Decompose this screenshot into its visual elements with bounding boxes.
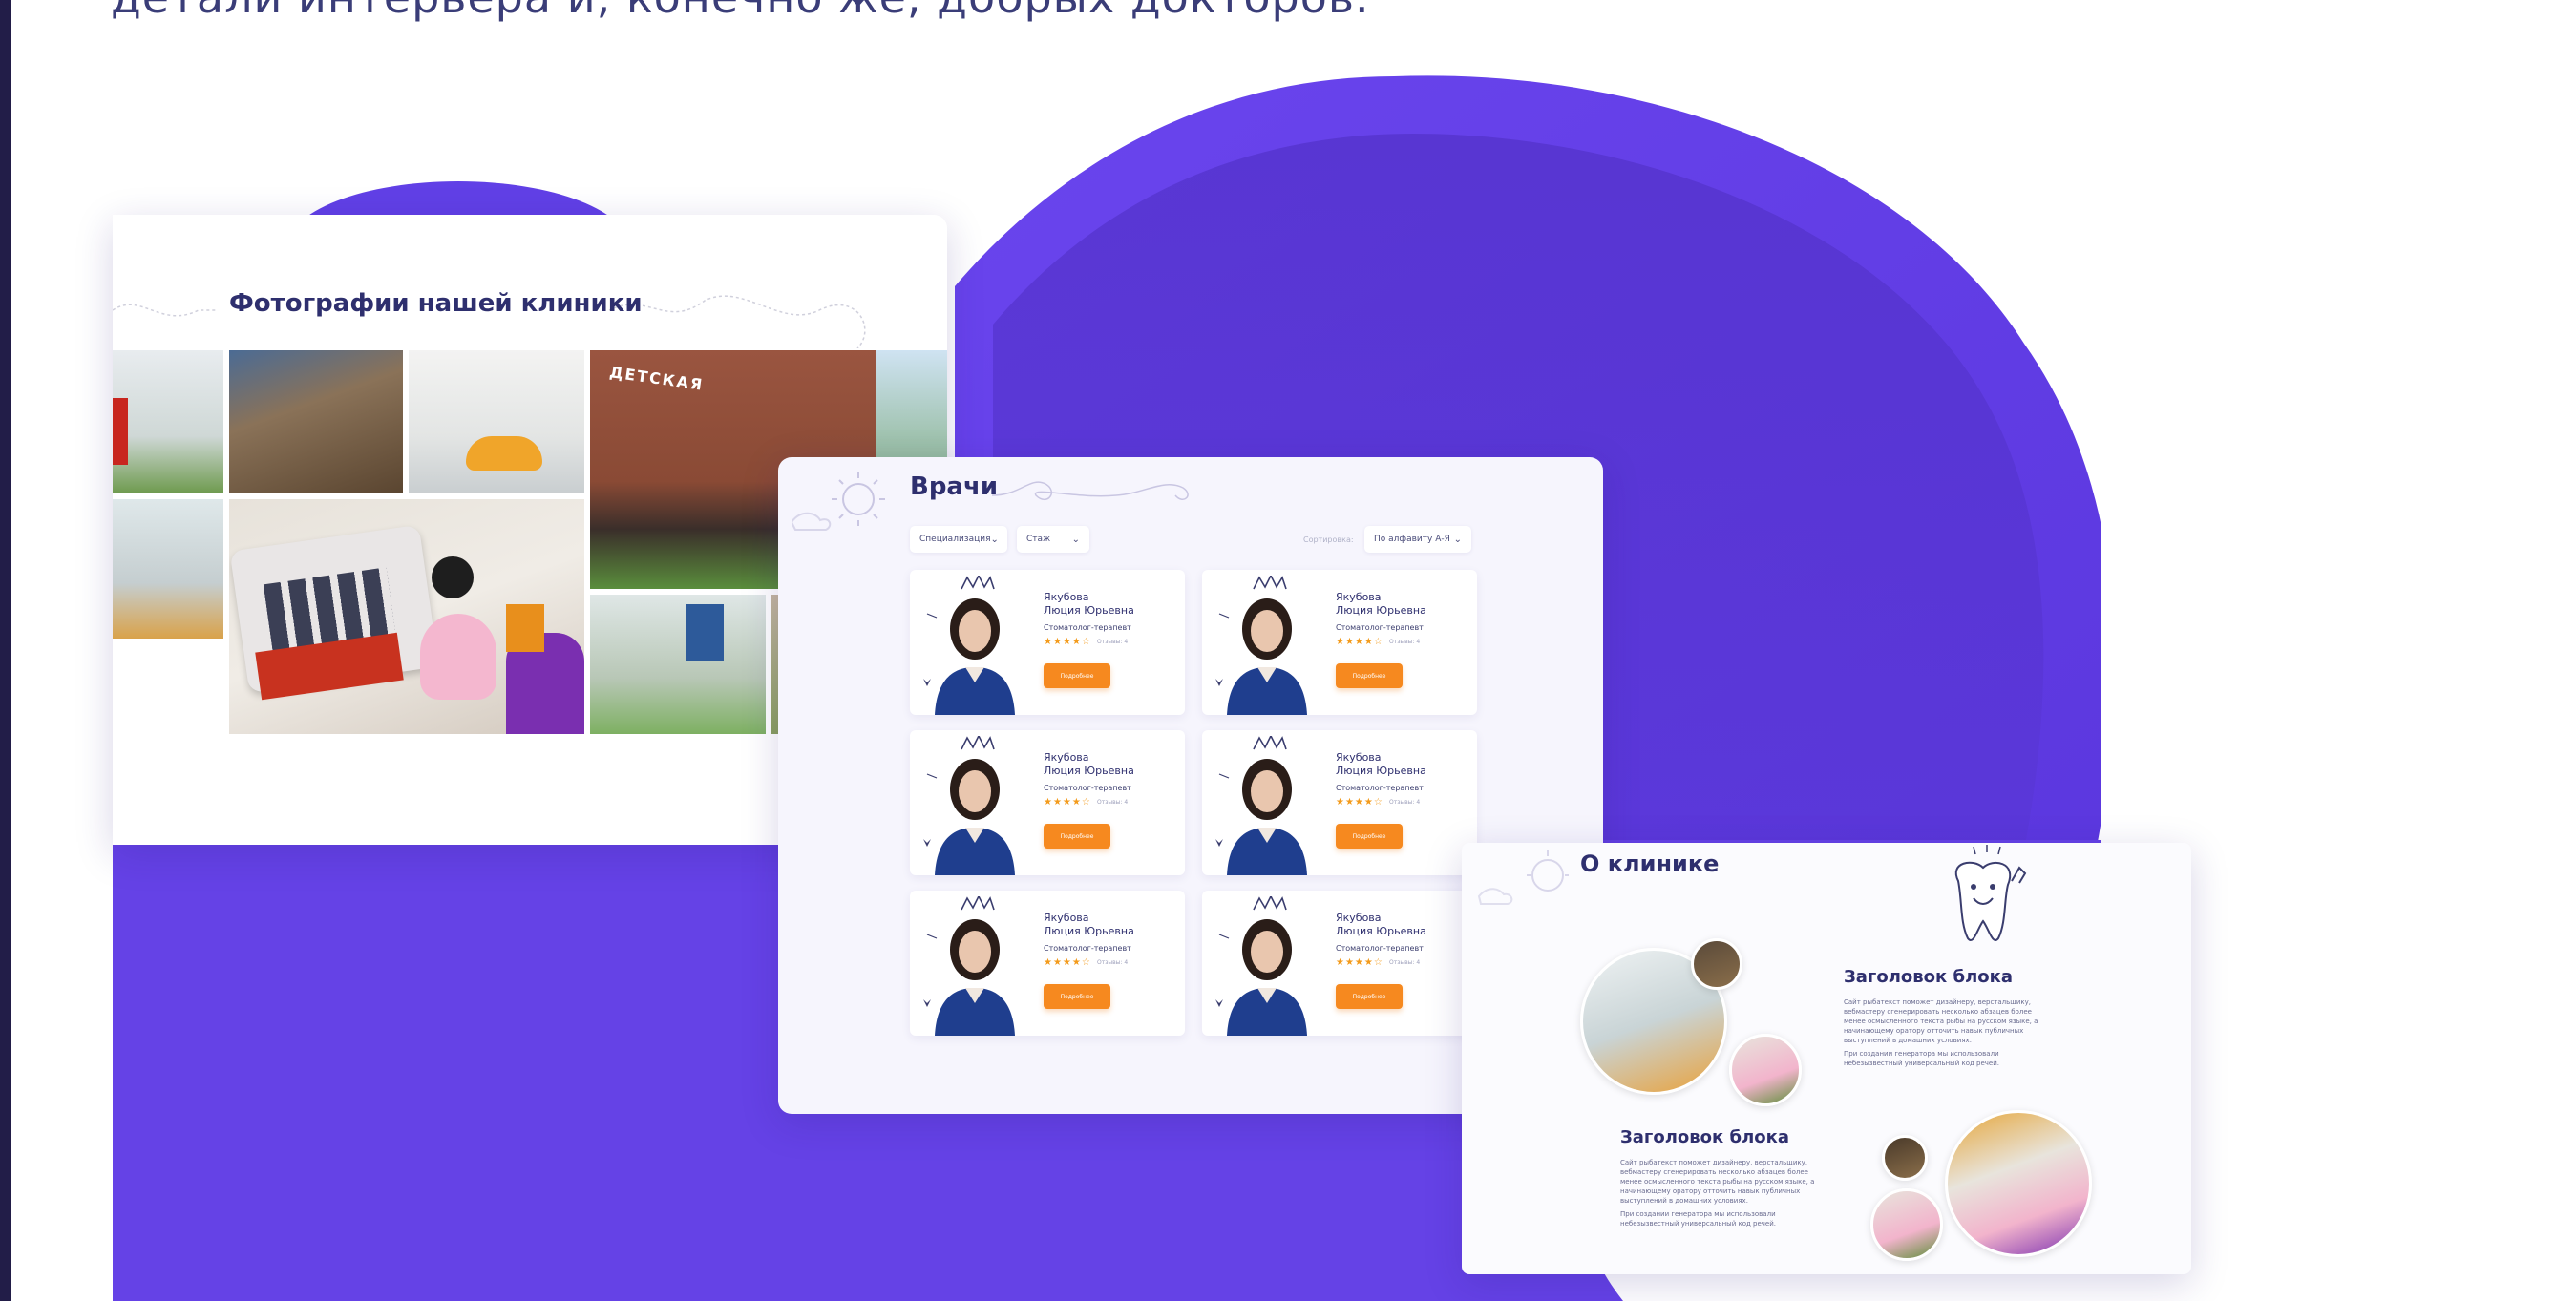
reviews-count[interactable]: Отзывы: 4: [1389, 959, 1420, 966]
doctor-photo: [1215, 736, 1307, 875]
swirl-decoration: [992, 481, 1189, 501]
filter-specialization-label: Специализация: [919, 535, 991, 544]
doctor-card[interactable]: Якубова Люция Юрьевна Стоматолог-терапевт…: [1202, 730, 1477, 875]
block-title: Заголовок блока: [1620, 1127, 1789, 1147]
doctor-card[interactable]: Якубова Люция Юрьевна Стоматолог-терапевт…: [910, 891, 1185, 1036]
doctor-specialty: Стоматолог-терапевт: [1044, 944, 1131, 953]
clinic-photo-circle: [1870, 1188, 1943, 1261]
doctor-name: Якубова Люция Юрьевна: [1336, 591, 1426, 617]
doctor-card[interactable]: Якубова Люция Юрьевна Стоматолог-терапевт…: [1202, 891, 1477, 1036]
reviews-count[interactable]: Отзывы: 4: [1097, 799, 1128, 806]
about-panel: О клинике Заголовок блока Сайт рыбатекст…: [1462, 843, 2191, 1274]
block-paragraph: При создании генератора мы использовали …: [1620, 1210, 1777, 1228]
chevron-down-icon: ⌄: [990, 534, 999, 545]
block-title: Заголовок блока: [1844, 967, 2013, 987]
sun-doodle-icon: [1477, 850, 1569, 905]
photo-corridor[interactable]: [113, 499, 223, 639]
doctor-name: Якубова Люция Юрьевна: [1044, 591, 1134, 617]
doctor-name: Якубова Люция Юрьевна: [1044, 912, 1134, 937]
sort-select-value: По алфавиту А-Я: [1374, 535, 1450, 544]
photo-waiting-area[interactable]: [590, 595, 766, 734]
filter-specialization[interactable]: Специализация ⌄: [910, 526, 1007, 553]
rating-stars: ★★★★☆: [1336, 797, 1383, 808]
sun-doodle-icon: [792, 472, 885, 531]
details-button[interactable]: Подробнее: [1044, 824, 1110, 849]
doctor-photo: [923, 896, 1015, 1036]
photo-toy-cash-register[interactable]: [229, 499, 584, 734]
details-button[interactable]: Подробнее: [1336, 824, 1403, 849]
rating-stars: ★★★★☆: [1044, 797, 1091, 808]
doctor-specialty: Стоматолог-терапевт: [1336, 784, 1424, 792]
rating-stars: ★★★★☆: [1336, 957, 1383, 968]
sort-label: Сортировка:: [1303, 535, 1354, 544]
doctor-photo: [923, 736, 1015, 875]
photo-building-exterior[interactable]: [229, 350, 403, 493]
details-button[interactable]: Подробнее: [1336, 663, 1403, 688]
photo-clinic-interior[interactable]: [113, 350, 223, 493]
reviews-count[interactable]: Отзывы: 4: [1389, 799, 1420, 806]
reviews-count[interactable]: Отзывы: 4: [1097, 959, 1128, 966]
rating-stars: ★★★★☆: [1336, 637, 1383, 647]
rating-stars: ★★★★☆: [1044, 957, 1091, 968]
details-button[interactable]: Подробнее: [1044, 663, 1110, 688]
rating-stars: ★★★★☆: [1044, 637, 1091, 647]
filter-experience-label: Стаж: [1026, 535, 1051, 544]
block-paragraph: Сайт рыбатекст поможет дизайнеру, верста…: [1620, 1159, 1815, 1205]
tooth-mascot-icon: [1954, 845, 2027, 941]
reviews-count[interactable]: Отзывы: 4: [1097, 639, 1128, 645]
clinic-photo-circle: [1729, 1034, 1802, 1106]
doctor-photo: [1215, 576, 1307, 715]
doctor-specialty: Стоматолог-терапевт: [1336, 944, 1424, 953]
about-title: О клинике: [1580, 850, 1720, 877]
doctor-name: Якубова Люция Юрьевна: [1336, 751, 1426, 777]
doctor-photo: [1215, 896, 1307, 1036]
chevron-down-icon: ⌄: [1453, 534, 1462, 545]
doctor-specialty: Стоматолог-терапевт: [1044, 623, 1131, 632]
block-paragraph: Сайт рыбатекст поможет дизайнеру, верста…: [1844, 998, 2038, 1044]
doctor-specialty: Стоматолог-терапевт: [1336, 623, 1424, 632]
block-paragraph: При создании генератора мы использовали …: [1844, 1050, 2000, 1067]
sort-select[interactable]: По алфавиту А-Я ⌄: [1364, 526, 1471, 553]
chevron-down-icon: ⌄: [1071, 534, 1080, 545]
details-button[interactable]: Подробнее: [1336, 984, 1403, 1009]
doctors-title: Врачи: [910, 472, 999, 501]
doctor-card[interactable]: Якубова Люция Юрьевна Стоматолог-терапевт…: [910, 730, 1185, 875]
clinic-photo-circle: [1945, 1110, 2092, 1257]
doctor-card[interactable]: Якубова Люция Юрьевна Стоматолог-терапевт…: [910, 570, 1185, 715]
details-button[interactable]: Подробнее: [1044, 984, 1110, 1009]
photos-title: Фотографии нашей клиники: [229, 289, 643, 318]
doctor-card[interactable]: Якубова Люция Юрьевна Стоматолог-терапевт…: [1202, 570, 1477, 715]
photo-dental-chair[interactable]: [409, 350, 584, 493]
filter-experience[interactable]: Стаж ⌄: [1017, 526, 1089, 553]
doctor-name: Якубова Люция Юрьевна: [1044, 751, 1134, 777]
doctor-name: Якубова Люция Юрьевна: [1336, 912, 1426, 937]
clinic-photo-circle: [1882, 1135, 1928, 1181]
doctor-specialty: Стоматолог-терапевт: [1044, 784, 1131, 792]
reviews-count[interactable]: Отзывы: 4: [1389, 639, 1420, 645]
clinic-photo-circle: [1691, 938, 1742, 990]
doctor-photo: [923, 576, 1015, 715]
